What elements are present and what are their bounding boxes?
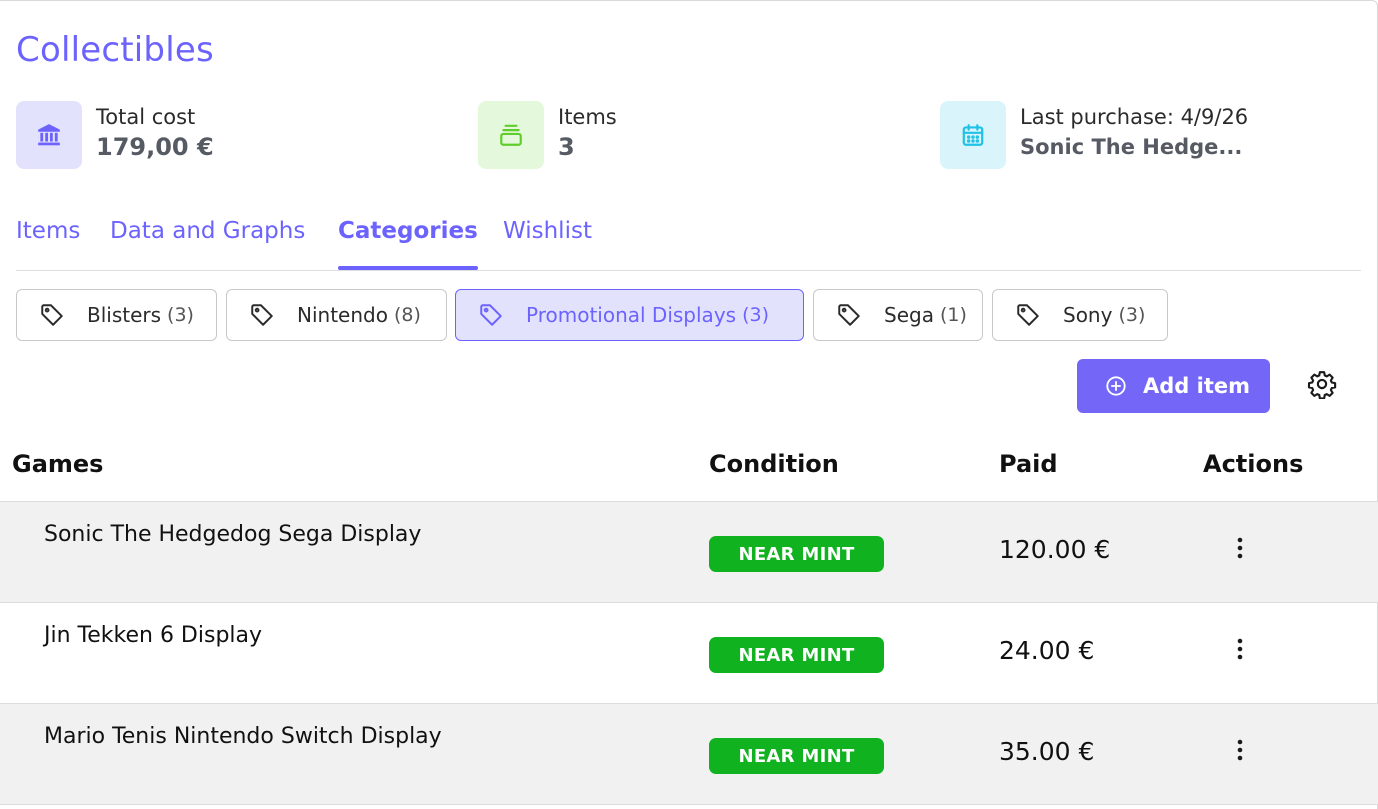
calendar-icon xyxy=(940,101,1006,169)
category-name: Sega xyxy=(884,303,934,327)
tag-icon xyxy=(836,302,862,328)
stat-value: Sonic The Hedge... xyxy=(1020,135,1243,159)
condition-badge: NEAR MINT xyxy=(709,536,884,572)
stat-value: 3 xyxy=(558,133,575,161)
table-row[interactable]: Sonic The Hedgedog Sega Display NEAR MIN… xyxy=(0,502,1378,603)
tab-categories[interactable]: Categories xyxy=(338,210,478,270)
plus-circle-icon xyxy=(1105,375,1127,397)
category-count: (3) xyxy=(742,304,769,326)
tag-icon xyxy=(39,302,65,328)
category-count: (3) xyxy=(1118,304,1146,326)
item-paid: 24.00 € xyxy=(999,636,1095,665)
category-count: (3) xyxy=(167,304,194,326)
add-item-label: Add item xyxy=(1143,374,1250,398)
tag-icon xyxy=(478,302,504,328)
tab-items[interactable]: Items xyxy=(16,210,80,270)
page-title: Collectibles xyxy=(16,30,214,70)
category-name: Sony xyxy=(1063,303,1113,327)
more-vertical-icon[interactable] xyxy=(1224,734,1256,766)
tab-wishlist[interactable]: Wishlist xyxy=(503,210,592,270)
category-chip-sega[interactable]: Sega (1) xyxy=(813,289,983,341)
condition-badge: NEAR MINT xyxy=(709,637,884,673)
category-chip-blisters[interactable]: Blisters (3) xyxy=(16,289,217,341)
stat-total-cost: Total cost 179,00 € xyxy=(16,101,214,169)
table-row[interactable]: Mario Tenis Nintendo Switch Display NEAR… xyxy=(0,704,1378,805)
category-name: Blisters xyxy=(87,303,162,327)
tag-icon xyxy=(249,302,275,328)
stat-label: Last purchase: 4/9/26 xyxy=(1020,105,1249,129)
column-header-paid[interactable]: Paid xyxy=(999,450,1058,478)
item-paid: 120.00 € xyxy=(999,535,1111,564)
category-name: Promotional Displays xyxy=(526,303,737,327)
item-name: Jin Tekken 6 Display xyxy=(44,623,263,648)
stat-value: 179,00 € xyxy=(96,133,214,161)
stack-icon xyxy=(478,101,544,169)
condition-badge: NEAR MINT xyxy=(709,738,884,774)
tag-icon xyxy=(1015,302,1041,328)
category-name: Nintendo xyxy=(297,303,388,327)
table-header: Games Condition Paid Actions xyxy=(0,432,1378,502)
category-chip-sony[interactable]: Sony (3) xyxy=(992,289,1168,341)
gear-icon[interactable] xyxy=(1306,368,1338,400)
more-vertical-icon[interactable] xyxy=(1224,532,1256,564)
column-header-condition[interactable]: Condition xyxy=(709,450,839,478)
column-header-actions: Actions xyxy=(1203,450,1304,478)
item-name: Mario Tenis Nintendo Switch Display xyxy=(44,724,442,749)
stat-label: Total cost xyxy=(96,105,196,129)
tab-data-and-graphs[interactable]: Data and Graphs xyxy=(110,210,305,270)
tab-bar: Items Data and Graphs Categories Wishlis… xyxy=(16,210,1361,271)
add-item-button[interactable]: Add item xyxy=(1077,359,1270,413)
column-header-games[interactable]: Games xyxy=(12,450,103,478)
stat-items: Items 3 xyxy=(478,101,617,169)
bank-icon xyxy=(16,101,82,169)
stat-last-purchase: Last purchase: 4/9/26 Sonic The Hedge... xyxy=(940,101,1248,169)
category-count: (1) xyxy=(939,304,967,326)
category-count: (8) xyxy=(393,304,421,326)
item-paid: 35.00 € xyxy=(999,737,1095,766)
item-name: Sonic The Hedgedog Sega Display xyxy=(44,522,422,547)
table-row[interactable]: Jin Tekken 6 Display NEAR MINT 24.00 € xyxy=(0,603,1378,704)
more-vertical-icon[interactable] xyxy=(1224,633,1256,665)
category-chip-promotional-displays[interactable]: Promotional Displays (3) xyxy=(455,289,804,341)
category-chip-nintendo[interactable]: Nintendo (8) xyxy=(226,289,447,341)
stat-label: Items xyxy=(558,105,617,129)
